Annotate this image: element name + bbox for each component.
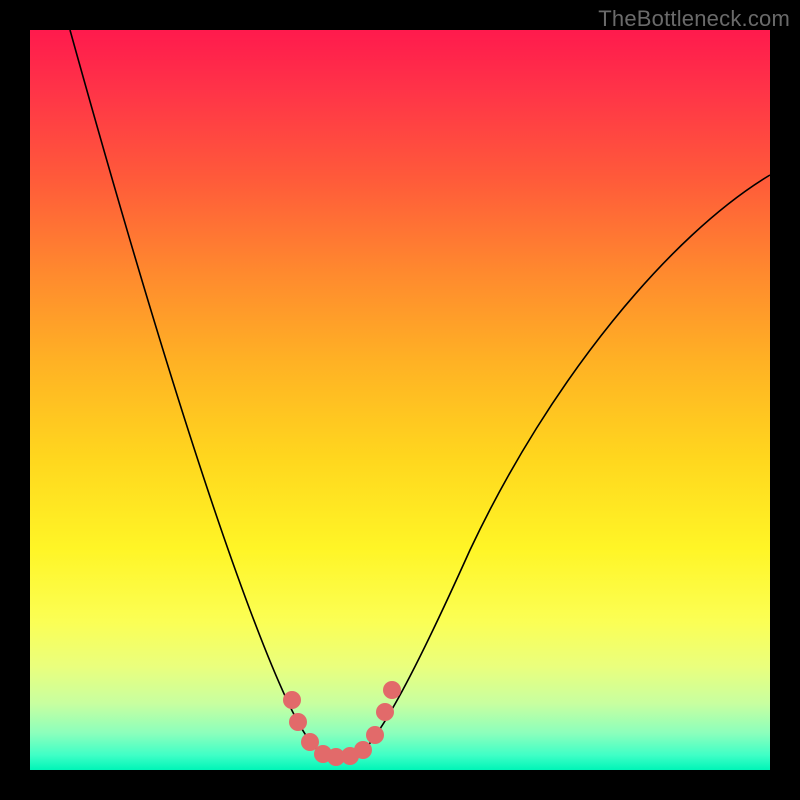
chart-overlay bbox=[30, 30, 770, 770]
curve-right-branch bbox=[366, 175, 770, 748]
data-point bbox=[376, 703, 394, 721]
plot-area bbox=[30, 30, 770, 770]
data-point bbox=[283, 691, 301, 709]
watermark-text: TheBottleneck.com bbox=[598, 6, 790, 32]
chart-frame: TheBottleneck.com bbox=[0, 0, 800, 800]
data-point bbox=[383, 681, 401, 699]
data-point bbox=[366, 726, 384, 744]
data-point bbox=[289, 713, 307, 731]
curve-left-branch bbox=[70, 30, 315, 748]
data-point bbox=[354, 741, 372, 759]
